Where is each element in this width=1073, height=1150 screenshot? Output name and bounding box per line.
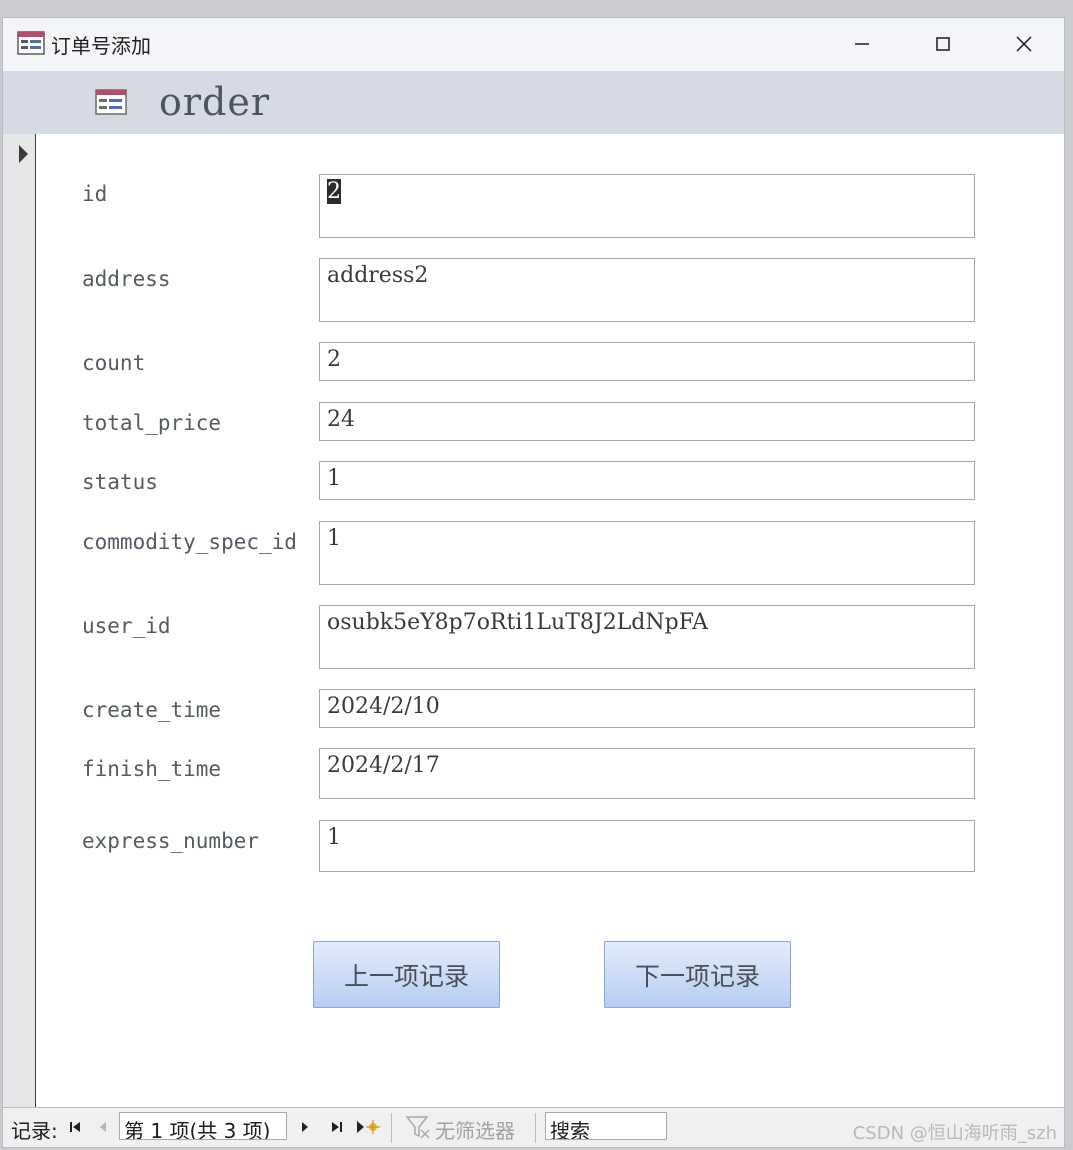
maximize-button[interactable] [920,28,966,60]
form-icon [17,31,45,55]
minimize-button[interactable] [839,28,885,60]
form-header: order [3,71,1064,134]
previous-record-nav-button[interactable] [93,1117,113,1137]
search-input[interactable]: 搜索 [545,1112,667,1140]
status-input[interactable]: 1 [319,461,975,500]
next-record-button[interactable]: 下一项记录 [604,941,791,1008]
id-input[interactable]: 2 [319,174,975,238]
previous-record-icon [100,1122,106,1132]
finish-time-input[interactable]: 2024/2/17 [319,748,975,799]
current-record-arrow-icon [19,145,28,163]
watermark: CSDN @恒山海听雨_szh [852,1123,1057,1144]
express-number-label: express_number [82,829,260,853]
next-record-nav-button[interactable] [295,1117,315,1137]
create-time-input[interactable]: 2024/2/10 [319,689,975,728]
finish-time-label: finish_time [82,757,222,781]
first-record-button[interactable] [65,1117,85,1137]
id-value: 2 [327,179,341,204]
separator [535,1113,536,1143]
status-label: status [82,470,158,494]
commodity-spec-id-label: commodity_spec_id [82,530,297,554]
address-input[interactable]: address2 [319,258,975,322]
address-label: address [82,267,171,291]
count-input[interactable]: 2 [319,342,975,381]
filter-icon [405,1116,430,1139]
no-filter-indicator[interactable]: 无筛选器 [435,1115,515,1144]
previous-record-button[interactable]: 上一项记录 [313,941,500,1008]
close-icon [1016,36,1032,52]
last-record-button[interactable] [327,1117,347,1137]
total-price-input[interactable]: 24 [319,402,975,441]
next-record-icon [302,1122,308,1132]
user-id-label: user_id [82,614,171,638]
commodity-spec-id-input[interactable]: 1 [319,521,975,585]
express-number-input[interactable]: 1 [319,820,975,872]
close-button[interactable] [1001,28,1047,60]
count-label: count [82,351,146,375]
first-record-icon [70,1122,80,1132]
new-record-button[interactable] [355,1117,381,1137]
new-record-icon [357,1120,380,1134]
window-title: 订单号添加 [51,34,151,58]
maximize-icon [936,37,950,51]
form-title: order [159,80,271,124]
user-id-input[interactable]: osubk5eY8p7oRti1LuT8J2LdNpFA [319,605,975,669]
last-record-icon [332,1122,342,1132]
record-selector[interactable] [3,134,36,1107]
record-position-input[interactable]: 第 1 项(共 3 项) [119,1112,287,1140]
minimize-icon [855,43,869,45]
form-window: 订单号添加 order id 2 address address2 count … [2,17,1065,1148]
separator [391,1113,392,1143]
title-bar[interactable]: 订单号添加 [3,18,1064,71]
total-price-label: total_price [82,411,222,435]
form-icon [95,89,127,115]
record-label: 记录: [11,1119,58,1143]
id-label: id [82,182,108,206]
create-time-label: create_time [82,698,222,722]
